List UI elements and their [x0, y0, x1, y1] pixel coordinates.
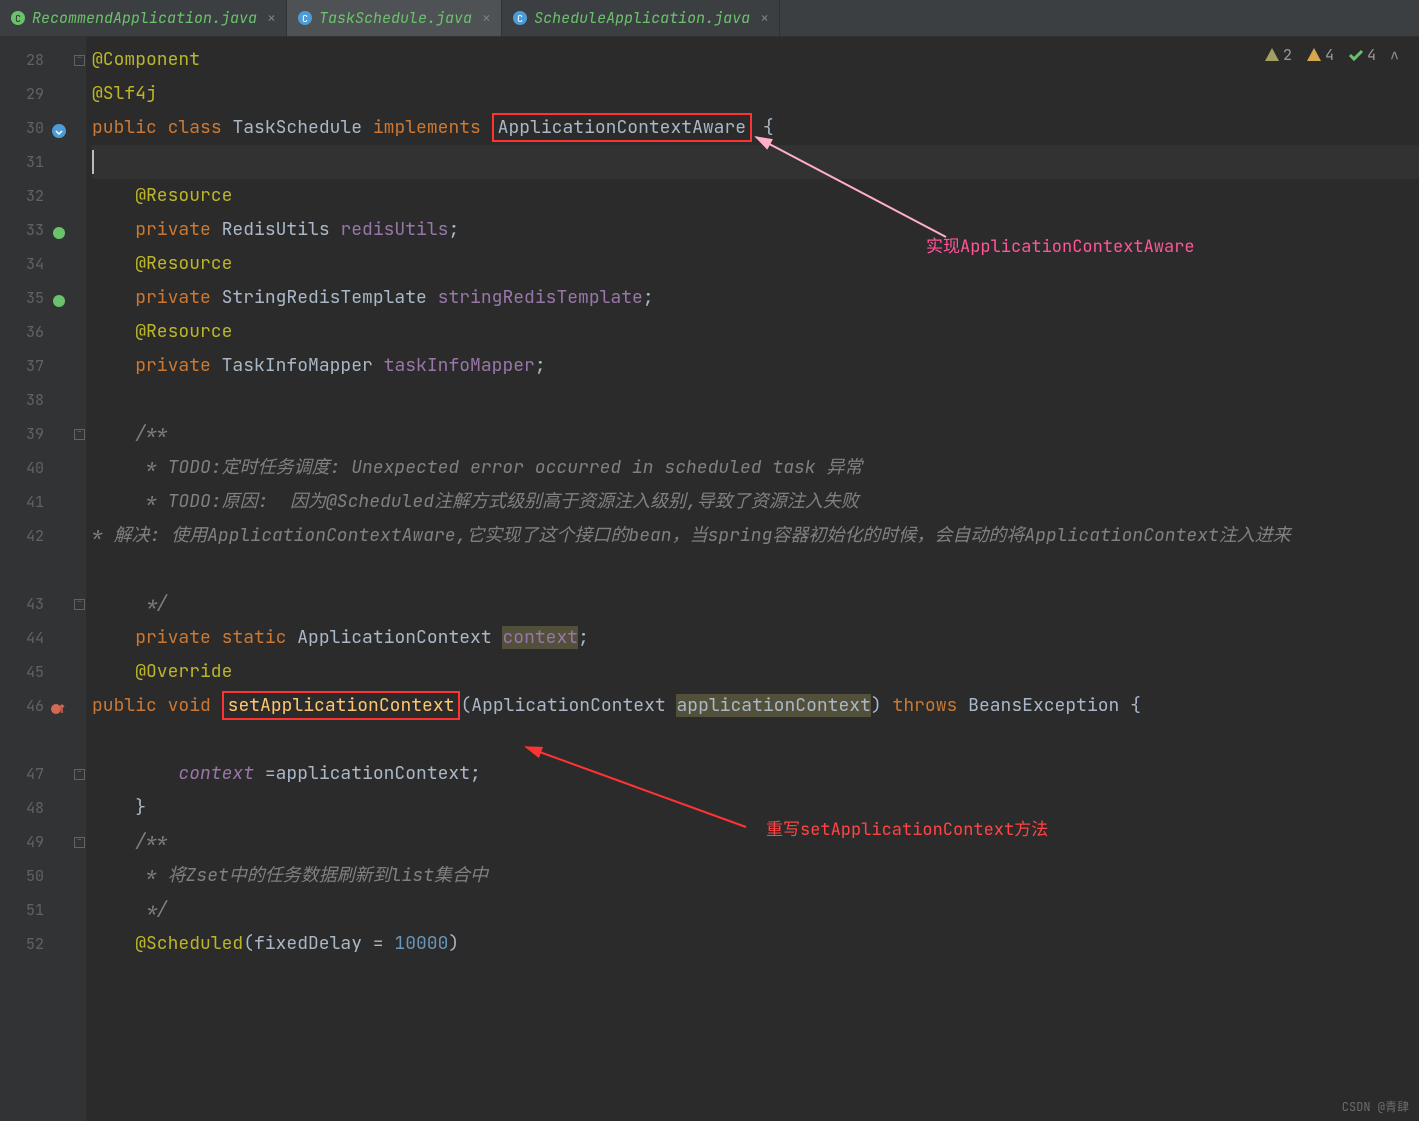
- code-line: @Scheduled(fixedDelay = 10000): [92, 927, 1419, 961]
- line-number: 34: [0, 247, 72, 281]
- line-number: 45: [0, 655, 72, 689]
- weak-warning-icon[interactable]: 2: [1264, 45, 1292, 65]
- line-number: 50: [0, 859, 72, 893]
- editor-body: 28 29 30 31 32 33 34 35 36 37 38 39 40 4…: [0, 37, 1419, 1121]
- line-number: 51: [0, 893, 72, 927]
- code-line: * 解决: 使用ApplicationContextAware,它实现了这个接口…: [92, 519, 1419, 587]
- line-number: [0, 553, 72, 587]
- line-number: 32: [0, 179, 72, 213]
- line-number: 30: [0, 111, 72, 145]
- code-line: @Component: [92, 43, 1419, 77]
- code-line: */: [92, 893, 1419, 927]
- fold-column: [72, 37, 86, 1121]
- code-line: public void setApplicationContext(Applic…: [92, 689, 1419, 757]
- tab-taskschedule[interactable]: C TaskSchedule.java ×: [287, 0, 502, 36]
- tab-recommend[interactable]: C RecommendApplication.java ×: [0, 0, 287, 36]
- code-line: * TODO:定时任务调度: Unexpected error occurred…: [92, 451, 1419, 485]
- line-number: 44: [0, 621, 72, 655]
- line-number: 28: [0, 43, 72, 77]
- highlight-box-iface: ApplicationContextAware: [492, 113, 752, 142]
- annotation-text-top: 实现ApplicationContextAware: [926, 232, 1195, 258]
- line-number: 36: [0, 315, 72, 349]
- line-number: [0, 723, 72, 757]
- line-number: 37: [0, 349, 72, 383]
- tab-label: RecommendApplication.java: [32, 8, 257, 28]
- line-number: 31: [0, 145, 72, 179]
- code-line: * 将Zset中的任务数据刷新到list集合中: [92, 859, 1419, 893]
- code-line: }: [92, 791, 1419, 825]
- line-number: 35: [0, 281, 72, 315]
- class-file-icon: C: [512, 10, 528, 26]
- ide-root: C RecommendApplication.java × C TaskSche…: [0, 0, 1419, 1121]
- line-number: 46: [0, 689, 72, 723]
- fold-marker[interactable]: [74, 769, 85, 780]
- code-line: [92, 383, 1419, 417]
- code-editor[interactable]: 2 4 4 ∧ @Component @Slf4j public class T…: [86, 37, 1419, 1121]
- chevron-up-icon[interactable]: ∧: [1390, 45, 1399, 65]
- code-line-current: [92, 145, 1419, 179]
- line-number: 43: [0, 587, 72, 621]
- fold-marker[interactable]: [74, 837, 85, 848]
- code-line: private TaskInfoMapper taskInfoMapper;: [92, 349, 1419, 383]
- watermark: CSDN @青肆: [1342, 1098, 1409, 1115]
- code-line: private static ApplicationContext contex…: [92, 621, 1419, 655]
- text-caret: [92, 150, 94, 174]
- tab-label: TaskSchedule.java: [319, 8, 472, 28]
- line-number: 29: [0, 77, 72, 111]
- line-number: 47: [0, 757, 72, 791]
- bean-gutter-icon[interactable]: [50, 220, 68, 238]
- close-icon[interactable]: ×: [760, 8, 769, 28]
- line-gutter: 28 29 30 31 32 33 34 35 36 37 38 39 40 4…: [0, 37, 72, 1121]
- svg-text:C: C: [302, 12, 308, 25]
- annotation-text-bottom: 重写setApplicationContext方法: [766, 815, 1048, 841]
- line-number: 33: [0, 213, 72, 247]
- code-line: context =applicationContext;: [92, 757, 1419, 791]
- line-number: 38: [0, 383, 72, 417]
- fold-marker[interactable]: [74, 55, 85, 66]
- java-file-icon: C: [10, 10, 26, 26]
- fold-marker[interactable]: [74, 599, 85, 610]
- svg-text:C: C: [517, 12, 523, 25]
- tab-label: ScheduleApplication.java: [534, 8, 750, 28]
- inspection-widget[interactable]: 2 4 4 ∧: [1264, 45, 1399, 65]
- highlight-box-method: setApplicationContext: [222, 691, 461, 720]
- code-line: @Slf4j: [92, 77, 1419, 111]
- code-line: */: [92, 587, 1419, 621]
- svg-text:C: C: [15, 12, 21, 25]
- tab-scheduleapp[interactable]: C ScheduleApplication.java ×: [502, 0, 780, 36]
- line-number: 42: [0, 519, 72, 553]
- code-line: @Resource: [92, 315, 1419, 349]
- code-line: /**: [92, 417, 1419, 451]
- code-line: @Resource: [92, 179, 1419, 213]
- code-line: @Override: [92, 655, 1419, 689]
- override-up-gutter-icon[interactable]: [50, 696, 68, 714]
- code-line: private RedisUtils redisUtils;: [92, 213, 1419, 247]
- warning-icon[interactable]: 4: [1306, 45, 1334, 65]
- tab-bar: C RecommendApplication.java × C TaskSche…: [0, 0, 1419, 37]
- close-icon[interactable]: ×: [267, 8, 276, 28]
- line-number: 40: [0, 451, 72, 485]
- line-number: 49: [0, 825, 72, 859]
- line-number: 39: [0, 417, 72, 451]
- override-gutter-icon[interactable]: [50, 118, 68, 136]
- line-number: 48: [0, 791, 72, 825]
- code-line: * TODO:原因: 因为@Scheduled注解方式级别高于资源注入级别,导致…: [92, 485, 1419, 519]
- class-file-icon: C: [297, 10, 313, 26]
- code-line: @Resource: [92, 247, 1419, 281]
- fold-marker[interactable]: [74, 429, 85, 440]
- code-line: private StringRedisTemplate stringRedisT…: [92, 281, 1419, 315]
- close-icon[interactable]: ×: [482, 8, 491, 28]
- code-line: public class TaskSchedule implements App…: [92, 111, 1419, 145]
- line-number: 52: [0, 927, 72, 961]
- code-line: /**: [92, 825, 1419, 859]
- line-number: 41: [0, 485, 72, 519]
- bean-gutter-icon[interactable]: [50, 288, 68, 306]
- ok-icon[interactable]: 4: [1348, 45, 1376, 65]
